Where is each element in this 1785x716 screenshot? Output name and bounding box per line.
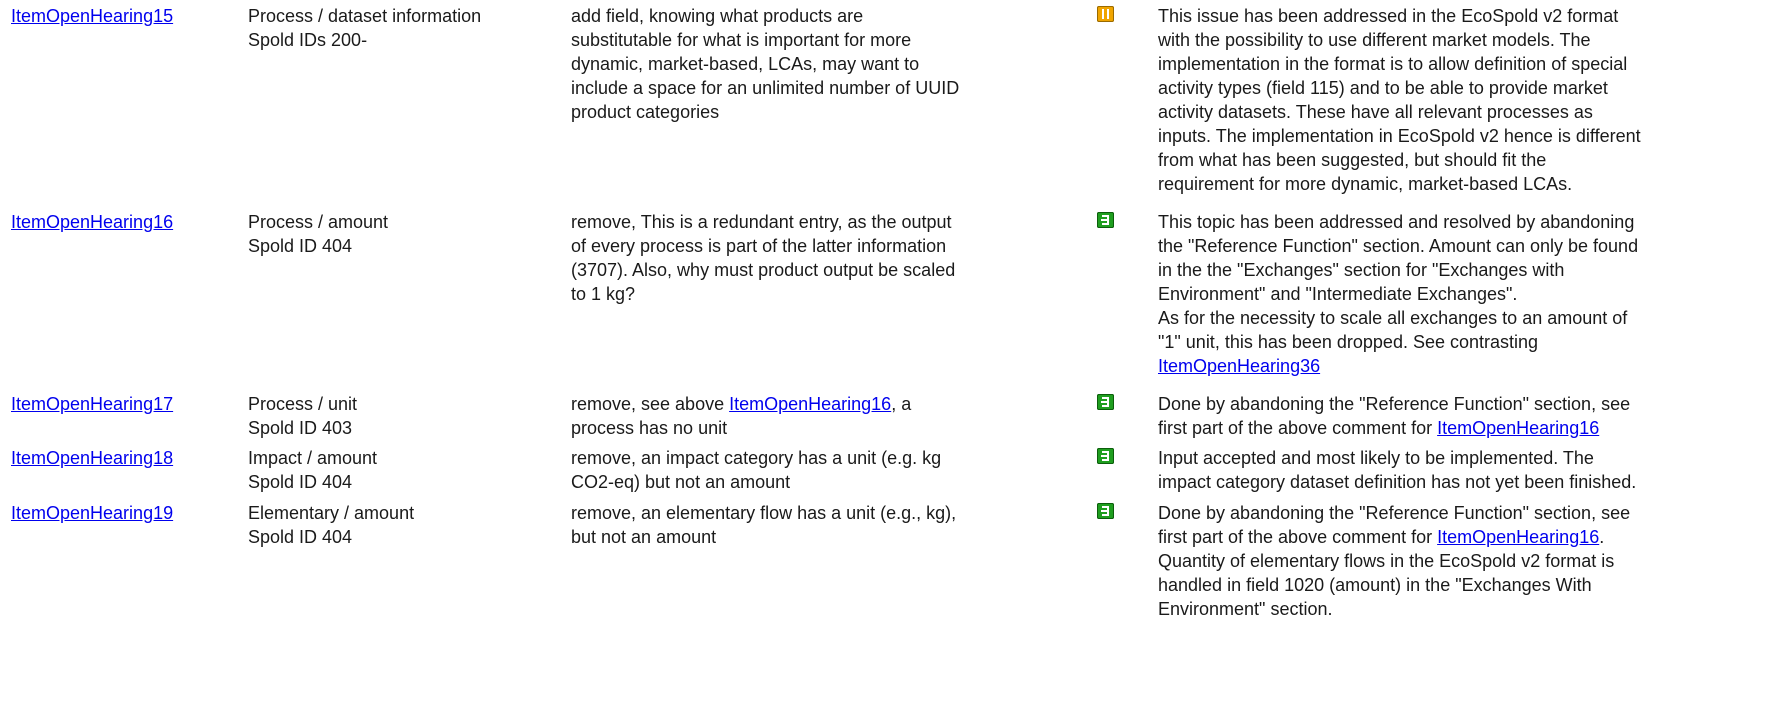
status-cell <box>1097 4 1119 28</box>
status-cell <box>1097 392 1119 416</box>
request-text: product categories <box>571 102 720 122</box>
request-cell: remove, This is a redundant entry, as th… <box>571 210 1091 306</box>
open-status-icon <box>1097 6 1114 22</box>
comment-text: Quantity of elementary flows in the EcoS… <box>1158 551 1615 571</box>
comment-link[interactable]: ItemOpenHearing16 <box>1437 527 1599 547</box>
comment-text-prefix: first part of the above comment for <box>1158 527 1438 547</box>
comment-text: requirement for more dynamic, market-bas… <box>1158 174 1573 194</box>
comment-text: first part of the above comment for Item… <box>1158 416 1778 440</box>
comment-text: activity types (field 115) and to be abl… <box>1158 78 1608 98</box>
item-link[interactable]: ItemOpenHearing15 <box>11 4 221 28</box>
area-text: Process / dataset information <box>248 6 482 26</box>
comment-cell: This issue has been addressed in the Eco… <box>1158 4 1778 196</box>
request-cell: remove, an elementary flow has a unit (e… <box>571 501 1091 549</box>
status-cell <box>1097 501 1119 525</box>
comment-text: This issue has been addressed in the Eco… <box>1158 6 1619 26</box>
request-text: to 1 kg? <box>571 284 636 304</box>
item-id-cell: ItemOpenHearing18 <box>11 446 221 470</box>
comment-text: from what has been suggested, but should… <box>1158 150 1547 170</box>
comment-text: handled in field 1020 (amount) in the "E… <box>1158 575 1592 595</box>
done-status-icon <box>1097 394 1114 410</box>
request-text: of every process is part of the latter i… <box>571 236 947 256</box>
area-text: Impact / amount <box>248 448 378 468</box>
request-text: but not an amount <box>571 527 717 547</box>
spold-id-text: Spold ID 404 <box>248 236 353 256</box>
comment-cell: This topic has been addressed and resolv… <box>1158 210 1778 378</box>
spold-id-text: Spold ID 404 <box>248 472 353 492</box>
area-cell: Elementary / amount Spold ID 404 <box>248 501 568 549</box>
request-text: remove, see above ItemOpenHearing16, a <box>571 392 1091 416</box>
comment-text: Input accepted and most likely to be imp… <box>1158 448 1594 468</box>
request-text: remove, an elementary flow has a unit (e… <box>571 503 957 523</box>
area-cell: Process / dataset information Spold IDs … <box>248 4 568 52</box>
comment-link[interactable]: ItemOpenHearing16 <box>1437 418 1599 438</box>
item-id-cell: ItemOpenHearing15 <box>11 4 221 28</box>
comment-text: in the the "Exchanges" section for "Exch… <box>1158 260 1565 280</box>
area-cell: Process / unit Spold ID 403 <box>248 392 568 440</box>
request-text: remove, This is a redundant entry, as th… <box>571 212 952 232</box>
request-cell: add field, knowing what products are sub… <box>571 4 1091 124</box>
comment-text: with the possibility to use different ma… <box>1158 30 1591 50</box>
done-status-icon <box>1097 212 1114 228</box>
item-link[interactable]: ItemOpenHearing17 <box>11 392 221 416</box>
comment-text: Done by abandoning the "Reference Functi… <box>1158 503 1631 523</box>
item-id-cell: ItemOpenHearing17 <box>11 392 221 416</box>
status-cell <box>1097 446 1119 470</box>
request-cell: remove, see above ItemOpenHearing16, a p… <box>571 392 1091 440</box>
request-text: (3707). Also, why must product output be… <box>571 260 956 280</box>
item-id-cell: ItemOpenHearing16 <box>11 210 221 234</box>
comment-text: "1" unit, this has been dropped. See con… <box>1158 332 1539 352</box>
request-text: include a space for an unlimited number … <box>571 78 960 98</box>
area-cell: Process / amount Spold ID 404 <box>248 210 568 258</box>
comment-cell: Input accepted and most likely to be imp… <box>1158 446 1778 494</box>
request-text: dynamic, market-based, LCAs, may want to <box>571 54 920 74</box>
comment-text: Done by abandoning the "Reference Functi… <box>1158 394 1631 414</box>
area-cell: Impact / amount Spold ID 404 <box>248 446 568 494</box>
spold-id-text: Spold IDs 200- <box>248 30 368 50</box>
item-link[interactable]: ItemOpenHearing16 <box>11 210 221 234</box>
comment-text: As for the necessity to scale all exchan… <box>1158 308 1628 328</box>
request-link[interactable]: ItemOpenHearing16 <box>729 394 891 414</box>
comment-text: inputs. The implementation in EcoSpold v… <box>1158 126 1641 146</box>
spold-id-text: Spold ID 403 <box>248 418 353 438</box>
area-text: Process / amount <box>248 212 389 232</box>
comment-text: the "Reference Function" section. Amount… <box>1158 236 1639 256</box>
request-text: substitutable for what is important for … <box>571 30 912 50</box>
request-text-prefix: remove, see above <box>571 394 730 414</box>
area-text: Elementary / amount <box>248 503 415 523</box>
request-text: process has no unit <box>571 418 728 438</box>
request-text: remove, an impact category has a unit (e… <box>571 448 942 468</box>
comment-text: activity datasets. These have all releva… <box>1158 102 1593 122</box>
request-text: CO2-eq) but not an amount <box>571 472 791 492</box>
done-status-icon <box>1097 448 1114 464</box>
comment-cell: Done by abandoning the "Reference Functi… <box>1158 392 1778 440</box>
comment-link[interactable]: ItemOpenHearing36 <box>1158 354 1320 378</box>
done-status-icon <box>1097 503 1114 519</box>
item-id-cell: ItemOpenHearing19 <box>11 501 221 525</box>
request-text: add field, knowing what products are <box>571 6 864 26</box>
request-text-suffix: , a <box>891 394 912 414</box>
comment-text: implementation in the format is to allow… <box>1158 54 1628 74</box>
spold-id-text: Spold ID 404 <box>248 527 353 547</box>
comment-text-suffix: . <box>1599 527 1605 547</box>
comment-text: Environment" section. <box>1158 599 1333 619</box>
comment-text: impact category dataset definition has n… <box>1158 472 1637 492</box>
item-link[interactable]: ItemOpenHearing19 <box>11 501 221 525</box>
area-text: Process / unit <box>248 394 358 414</box>
comment-text-prefix: first part of the above comment for <box>1158 418 1438 438</box>
status-cell <box>1097 210 1119 234</box>
comment-text: This topic has been addressed and resolv… <box>1158 212 1635 232</box>
comment-cell: Done by abandoning the "Reference Functi… <box>1158 501 1778 621</box>
item-link[interactable]: ItemOpenHearing18 <box>11 446 221 470</box>
comment-text: first part of the above comment for Item… <box>1158 525 1778 549</box>
comment-text: Environment" and "Intermediate Exchanges… <box>1158 284 1518 304</box>
request-cell: remove, an impact category has a unit (e… <box>571 446 1091 494</box>
